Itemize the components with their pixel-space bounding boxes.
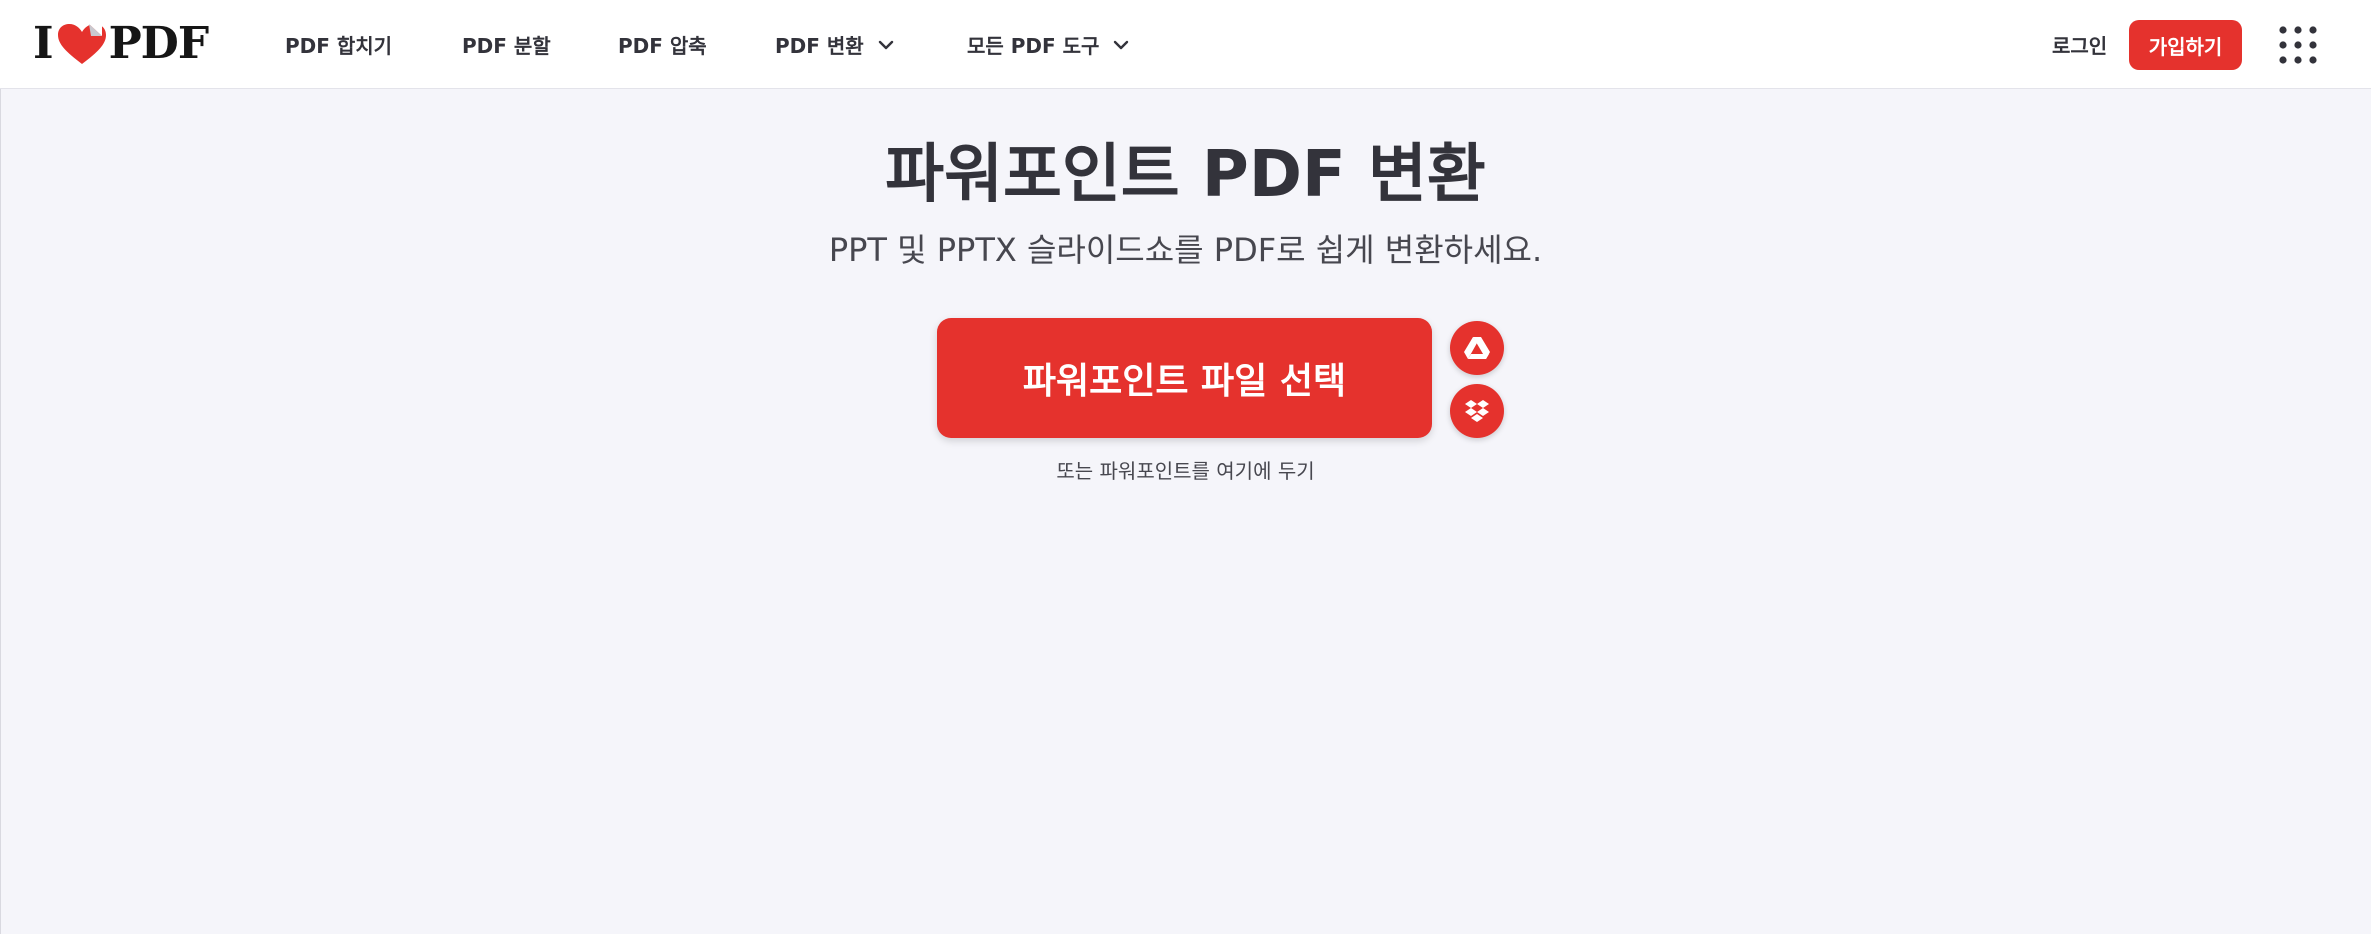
nav-item-label: PDF 합치기 bbox=[285, 34, 393, 58]
select-powerpoint-file-button[interactable]: 파워포인트 파일 선택 bbox=[937, 318, 1432, 438]
page-subtitle: PPT 및 PPTX 슬라이드쇼를 PDF로 쉽게 변환하세요. bbox=[828, 231, 1543, 269]
drop-zone-hint: 또는 파워포인트를 여기에 두기 bbox=[1056, 459, 1315, 483]
google-drive-icon bbox=[1464, 337, 1490, 359]
page-divider bbox=[0, 89, 1, 934]
logo-text-i: I bbox=[33, 18, 54, 69]
nav-item-label: PDF 변환 bbox=[775, 34, 864, 58]
heart-icon bbox=[57, 24, 106, 64]
chevron-down-icon bbox=[878, 40, 893, 49]
google-drive-button[interactable] bbox=[1450, 321, 1504, 375]
logo-text-pdf: PDF bbox=[108, 18, 209, 69]
login-link[interactable]: 로그인 bbox=[2052, 0, 2107, 89]
top-header: I PDF PDF 합치기 PDF 분할 PDF 압축 PDF 변환 모든 PD… bbox=[0, 0, 2371, 89]
dropbox-button[interactable] bbox=[1450, 384, 1504, 438]
nav-item-label: 모든 PDF 도구 bbox=[967, 34, 1100, 58]
chevron-down-icon bbox=[1114, 40, 1129, 49]
ilovepdf-logo[interactable]: I PDF bbox=[33, 18, 209, 69]
nav-compress-pdf[interactable]: PDF 압축 bbox=[618, 0, 707, 89]
nav-convert-pdf-dropdown[interactable]: PDF 변환 bbox=[775, 0, 894, 89]
page-title: 파워포인트 PDF 변환 bbox=[885, 138, 1486, 212]
dropbox-icon bbox=[1465, 400, 1489, 422]
nav-item-label: PDF 분할 bbox=[462, 34, 551, 58]
signup-button[interactable]: 가입하기 bbox=[2129, 20, 2242, 70]
grid-dots-icon[interactable] bbox=[2278, 25, 2318, 65]
nav-merge-pdf[interactable]: PDF 합치기 bbox=[285, 0, 392, 89]
nav-all-pdf-tools-dropdown[interactable]: 모든 PDF 도구 bbox=[967, 0, 1129, 89]
nav-split-pdf[interactable]: PDF 분할 bbox=[462, 0, 551, 89]
nav-item-label: PDF 압축 bbox=[618, 34, 707, 58]
